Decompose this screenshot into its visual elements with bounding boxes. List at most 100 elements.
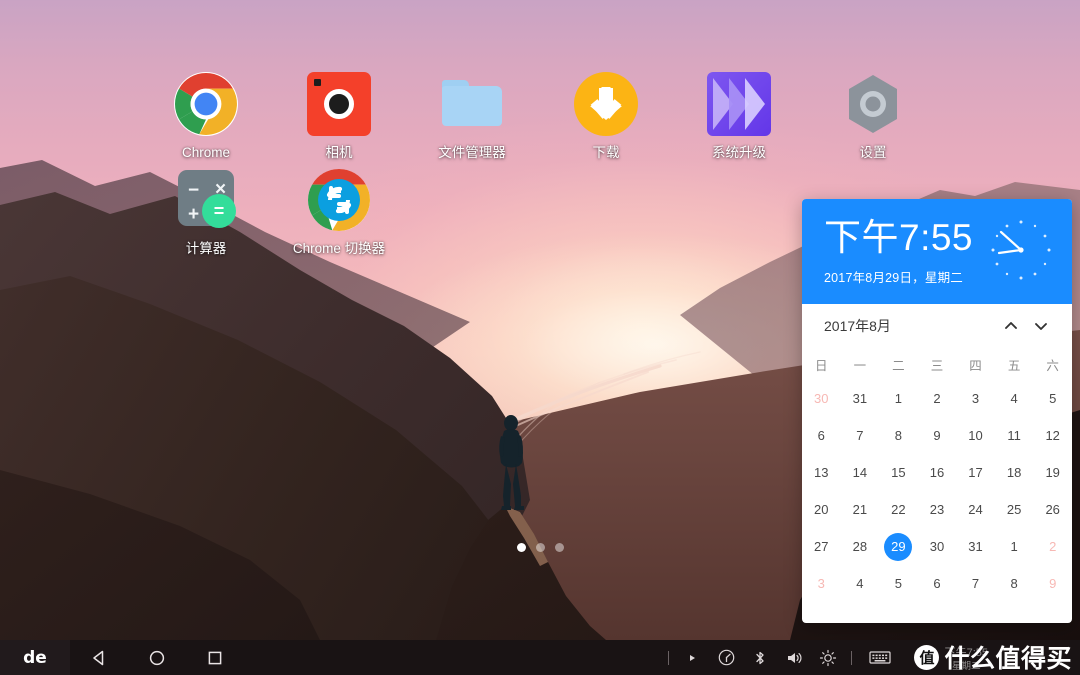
calendar-day-number: 14 (852, 465, 868, 480)
desktop-icon-camera[interactable]: 相机 (272, 72, 406, 161)
calendar-day[interactable]: 6 (918, 565, 957, 602)
calendar-grid[interactable]: 日一二三四五六 30 31 1 2 3 4 5 6 7 8 9 10 11 12 13 14 15 16 17 18 1… (802, 348, 1072, 602)
desktop-icon-label: 下载 (592, 145, 620, 160)
calendar-day-number: 5 (1049, 391, 1057, 406)
calendar-week-row: 20 21 22 23 24 25 26 (802, 491, 1072, 528)
calendar-day[interactable]: 30 (802, 380, 841, 417)
calendar-day-number: 9 (1049, 576, 1057, 591)
calendar-day[interactable]: 23 (918, 491, 957, 528)
calendar-day-number: 11 (1007, 428, 1021, 443)
calendar-day[interactable]: 9 (918, 417, 957, 454)
calendar-day[interactable]: 27 (802, 528, 841, 565)
calendar-day[interactable]: 24 (956, 491, 995, 528)
desktop-icon-chrome-switcher[interactable]: Chrome 切换器 (272, 168, 406, 257)
page-dot[interactable] (554, 543, 564, 552)
desktop-icon-label: 系统升级 (712, 145, 766, 160)
calendar-day[interactable]: 16 (918, 454, 957, 491)
page-dot[interactable] (516, 543, 526, 552)
calendar-day[interactable]: 11 (995, 417, 1034, 454)
brightness-sun-icon[interactable] (811, 640, 845, 675)
volume-icon[interactable] (777, 640, 811, 675)
divider (851, 650, 852, 665)
calendar-weekday: 三 (930, 358, 944, 373)
calendar-day[interactable]: 30 (918, 528, 957, 565)
calendar-day-number: 31 (852, 391, 868, 406)
calculator-icon: − × + = (174, 168, 238, 232)
calendar-day[interactable]: 2 (918, 380, 957, 417)
calendar-day[interactable]: 15 (879, 454, 918, 491)
play-triangle-icon[interactable] (675, 640, 709, 675)
calendar-week-row: 3 4 5 6 7 8 9 (802, 565, 1072, 602)
calendar-day-number: 31 (968, 539, 983, 554)
calendar-day[interactable]: 19 (1033, 454, 1072, 491)
calendar-day-number: 13 (814, 465, 829, 480)
calendar-day-number: 18 (1006, 465, 1022, 480)
calendar-day[interactable]: 18 (995, 454, 1034, 491)
calendar-day[interactable]: 12 (1033, 417, 1072, 454)
desktop-icon-settings[interactable]: 设置 (806, 72, 940, 161)
calendar-day-number: 9 (933, 428, 941, 443)
clock-calendar-widget[interactable]: 下午7:55 2017年8月29日，星期二 2017年8月 日 一 二 三 四 … (802, 199, 1072, 623)
home-circle-icon[interactable] (128, 640, 186, 675)
calendar-day[interactable]: 31 (841, 380, 880, 417)
calendar-day[interactable]: 31 (956, 528, 995, 565)
calendar-day[interactable]: 2 (1033, 528, 1072, 565)
calendar-day[interactable]: 1 (995, 528, 1034, 565)
calendar-day-number: 30 (929, 539, 945, 554)
calendar-day[interactable]: 1 (879, 380, 918, 417)
chevron-down-icon[interactable] (1026, 311, 1056, 341)
desktop-icon-chrome[interactable]: Chrome (139, 72, 273, 161)
desktop-icon-downloads[interactable]: 下载 (539, 72, 673, 161)
calendar-day-number: 25 (1006, 502, 1022, 517)
calendar-day-number: 16 (929, 465, 945, 480)
calendar-day-number: 3 (817, 576, 825, 591)
calendar-day[interactable]: 21 (841, 491, 880, 528)
recents-square-icon[interactable] (186, 640, 244, 675)
calendar-day[interactable]: 3 (802, 565, 841, 602)
desktop-icon-calculator[interactable]: − × + = 计算器 (139, 168, 273, 257)
calendar-day[interactable]: 7 (841, 417, 880, 454)
analog-clock-icon (991, 220, 1051, 280)
calendar-week-row: 27 28 29 30 31 1 2 (802, 528, 1072, 565)
calendar-day-number: 2 (933, 391, 941, 406)
desktop-icon-system-upgrade[interactable]: 系统升级 (672, 72, 806, 161)
calendar-day-selected[interactable]: 29 (879, 528, 918, 565)
calendar-day[interactable]: 10 (956, 417, 995, 454)
keyboard-icon[interactable] (858, 640, 902, 675)
desktop-icon-file-manager[interactable]: 文件管理器 (405, 72, 539, 161)
calendar-day[interactable]: 5 (1033, 380, 1072, 417)
calendar-day[interactable]: 8 (995, 565, 1034, 602)
back-triangle-icon[interactable] (70, 640, 128, 675)
calendar-day[interactable]: 6 (802, 417, 841, 454)
bluetooth-icon[interactable] (743, 640, 777, 675)
chevron-up-icon[interactable] (996, 311, 1026, 341)
launcher-logo[interactable]: de (0, 640, 70, 675)
calendar-day[interactable]: 25 (995, 491, 1034, 528)
calendar-day[interactable]: 14 (841, 454, 880, 491)
gauge-circle-icon[interactable] (709, 640, 743, 675)
calendar-day[interactable]: 8 (879, 417, 918, 454)
page-dot[interactable] (535, 543, 545, 552)
gear-hex-icon (841, 72, 905, 136)
calendar-week-row: 13 14 15 16 17 18 19 (802, 454, 1072, 491)
calendar-day[interactable]: 17 (956, 454, 995, 491)
calendar-day[interactable]: 4 (995, 380, 1034, 417)
calendar-week-row: 30 31 1 2 3 4 5 (802, 380, 1072, 417)
calendar-day[interactable]: 9 (1033, 565, 1072, 602)
calendar-day[interactable]: 7 (956, 565, 995, 602)
calendar-day[interactable]: 4 (841, 565, 880, 602)
calendar-day[interactable]: 3 (956, 380, 995, 417)
folder-icon (440, 72, 504, 136)
calendar-day-number: 8 (1010, 576, 1018, 591)
calendar-day[interactable]: 28 (841, 528, 880, 565)
calendar-day[interactable]: 5 (879, 565, 918, 602)
calendar-day[interactable]: 26 (1033, 491, 1072, 528)
desktop-icon-label: 设置 (859, 145, 887, 160)
calendar-day[interactable]: 13 (802, 454, 841, 491)
download-arrow-icon (574, 72, 638, 136)
double-chevron-icon (707, 72, 771, 136)
calendar-day-number: 1 (1010, 539, 1018, 554)
calendar-day[interactable]: 20 (802, 491, 841, 528)
calendar-day[interactable]: 22 (879, 491, 918, 528)
calendar-weekday: 六 (1046, 358, 1059, 373)
